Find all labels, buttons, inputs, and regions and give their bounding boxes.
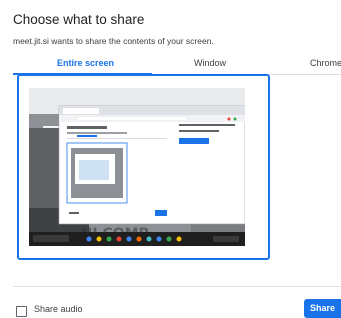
- share-button[interactable]: Share: [304, 299, 341, 318]
- screen-thumbnail: UI COMP: [29, 88, 245, 246]
- share-audio-checkbox[interactable]: [16, 306, 27, 317]
- screen-source-card[interactable]: UI COMP: [17, 74, 270, 260]
- source-list: UI COMP: [13, 74, 341, 287]
- tab-chrome[interactable]: Chrome: [310, 58, 341, 68]
- dialog-title: Choose what to share: [13, 12, 145, 27]
- share-audio-label: Share audio: [34, 304, 83, 314]
- tab-bar: Entire screen Window Chrome: [13, 56, 341, 75]
- dialog-subtitle: meet.jit.si wants to share the contents …: [13, 36, 214, 46]
- tab-entire-screen[interactable]: Entire screen: [57, 58, 114, 68]
- tab-window[interactable]: Window: [194, 58, 226, 68]
